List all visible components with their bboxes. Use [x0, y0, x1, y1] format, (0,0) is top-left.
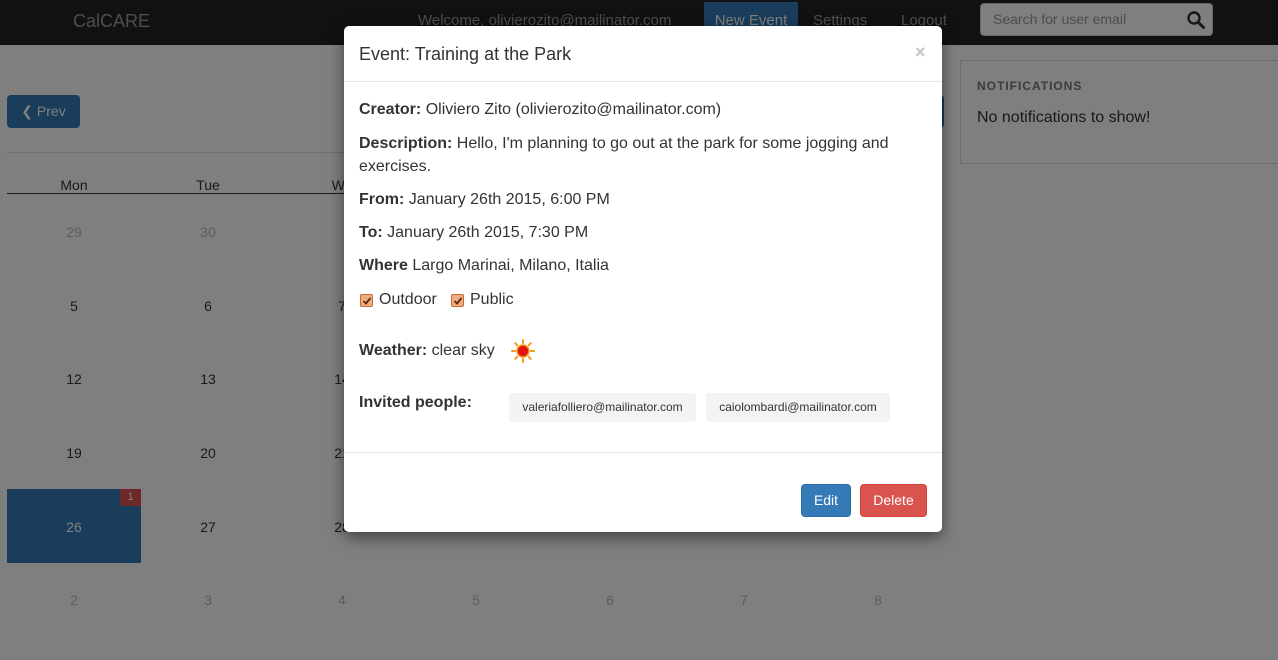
creator-row: Creator: Oliviero Zito (olivierozito@mai… [359, 98, 721, 121]
where-value: Largo Marinai, Milano, Italia [412, 257, 609, 274]
description-label: Description: [359, 135, 453, 152]
weather-value: clear sky [431, 342, 495, 359]
sun-icon [511, 339, 535, 363]
delete-button[interactable]: Delete [860, 484, 927, 517]
from-row: From: January 26th 2015, 6:00 PM [359, 188, 610, 211]
invited-label: Invited people: [359, 394, 472, 411]
to-row: To: January 26th 2015, 7:30 PM [359, 221, 588, 244]
edit-button[interactable]: Edit [801, 484, 851, 517]
event-modal: Event: Training at the Park × Creator: O… [344, 26, 942, 532]
weather-label: Weather: [359, 342, 428, 359]
creator-value: Oliviero Zito (olivierozito@mailinator.c… [425, 101, 722, 118]
weather-row: Weather: clear sky [359, 339, 495, 362]
invited-person-chip[interactable]: caiolombardi@mailinator.com [706, 393, 890, 422]
modal-footer-divider [344, 452, 942, 453]
description-value: Hello, I'm planning to go out at the par… [456, 135, 889, 152]
description-row-cont: exercises. [359, 158, 432, 175]
outdoor-checkbox[interactable] [360, 294, 373, 307]
public-checkbox[interactable] [451, 294, 464, 307]
outdoor-label: Outdoor [379, 291, 437, 308]
from-label: From: [359, 191, 405, 208]
modal-header: Event: Training at the Park × [344, 26, 942, 82]
modal-title: Event: Training at the Park [359, 44, 572, 64]
invited-person-chip[interactable]: valeriafolliero@mailinator.com [509, 393, 696, 422]
where-row: Where Largo Marinai, Milano, Italia [359, 254, 609, 277]
close-icon[interactable]: × [915, 42, 926, 63]
to-value: January 26th 2015, 7:30 PM [387, 224, 589, 241]
public-label: Public [470, 291, 514, 308]
creator-label: Creator: [359, 101, 422, 118]
to-label: To: [359, 224, 383, 241]
from-value: January 26th 2015, 6:00 PM [408, 191, 610, 208]
where-label: Where [359, 257, 408, 274]
description-row: Description: Hello, I'm planning to go o… [359, 132, 889, 155]
